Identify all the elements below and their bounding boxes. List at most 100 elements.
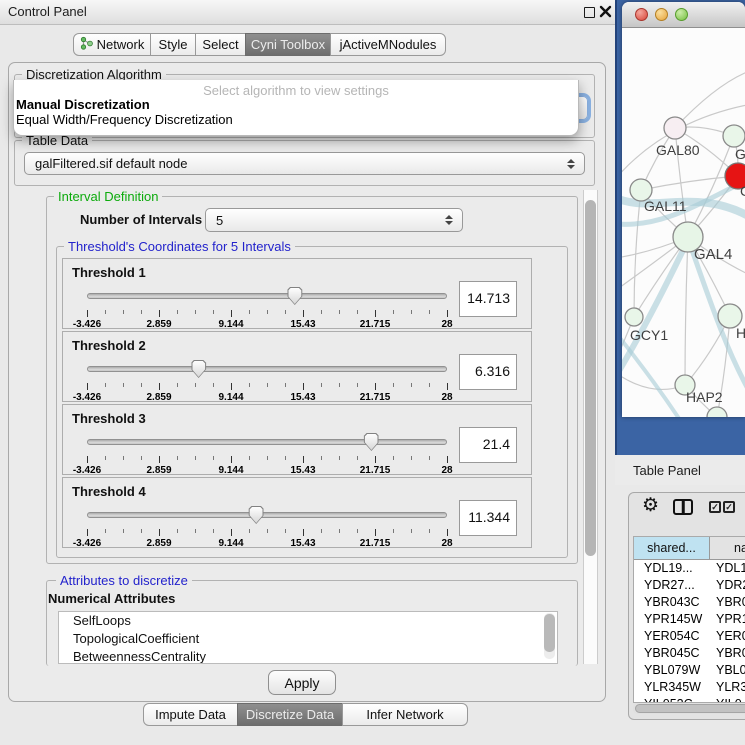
- network-node[interactable]: [625, 308, 643, 326]
- number-of-intervals-combobox[interactable]: 5: [205, 208, 463, 232]
- slider-tick: [249, 529, 250, 533]
- table-row[interactable]: YER054CYER0: [634, 628, 745, 645]
- slider-track[interactable]: [87, 439, 447, 445]
- float-window-icon[interactable]: [584, 7, 595, 18]
- tab-style[interactable]: Style: [150, 33, 196, 56]
- tab-cyni-toolbox-label: Cyni Toolbox: [251, 37, 325, 52]
- network-node-label: HAP2: [686, 389, 723, 405]
- tab-cyni-toolbox[interactable]: Cyni Toolbox: [245, 33, 331, 56]
- threshold-value-box[interactable]: 21.4: [459, 427, 517, 463]
- table-row[interactable]: YBL079WYBL0: [634, 662, 745, 679]
- slider-tick: [429, 383, 430, 387]
- slider-tick: [123, 383, 124, 387]
- slider-tick-label: 2.859: [146, 465, 171, 476]
- screenshot-root: Control Panel Network Style Select Cyni …: [0, 0, 745, 745]
- column-header-shared-name[interactable]: shared...: [634, 537, 710, 560]
- close-icon[interactable]: [599, 5, 612, 18]
- slider-tick: [285, 310, 286, 314]
- threshold-label: Threshold 3: [72, 411, 146, 426]
- slider-tick-label: 28: [441, 319, 452, 330]
- slider-handle[interactable]: [191, 360, 206, 378]
- network-node-label: GAL80: [656, 142, 700, 158]
- thresholds-group-title: Threshold's Coordinates for 5 Intervals: [64, 239, 295, 254]
- apply-button[interactable]: Apply: [268, 670, 336, 695]
- network-node[interactable]: [723, 125, 745, 147]
- scrollbar-thumb[interactable]: [635, 704, 745, 713]
- threshold-value-box[interactable]: 14.713: [459, 281, 517, 317]
- slider-tick: [357, 456, 358, 460]
- numerical-attributes-list[interactable]: SelfLoopsTopologicalCoefficientBetweenne…: [58, 611, 558, 664]
- column-header-name[interactable]: na: [710, 537, 745, 560]
- table-row[interactable]: YLR345WYLR3: [634, 679, 745, 696]
- network-canvas[interactable]: GAL80GACGAL11GAL4GCY1HHAP2: [622, 28, 745, 417]
- table-row[interactable]: YBR043CYBR0: [634, 594, 745, 611]
- slider-track[interactable]: [87, 293, 447, 299]
- slider-tick: [249, 456, 250, 460]
- tab-jactivemnodules[interactable]: jActiveMNodules: [330, 33, 446, 56]
- scrollbar-thumb[interactable]: [544, 614, 555, 652]
- slider-tick-label: 2.859: [146, 538, 171, 549]
- threshold-slider[interactable]: -3.4262.8599.14415.4321.71528: [85, 432, 449, 474]
- table-data-combobox[interactable]: galFiltered.sif default node: [24, 152, 585, 175]
- tab-impute-data[interactable]: Impute Data: [143, 703, 238, 726]
- attribute-item[interactable]: SelfLoops: [59, 612, 557, 630]
- threshold-slider[interactable]: -3.4262.8599.14415.4321.71528: [85, 359, 449, 401]
- table-row[interactable]: YDR27...YDR2: [634, 577, 745, 594]
- threshold-label: Threshold 1: [72, 265, 146, 280]
- tab-network[interactable]: Network: [73, 33, 151, 56]
- checkbox-icon[interactable]: ✓: [723, 501, 735, 513]
- table-row[interactable]: YDL19...YDL1: [634, 560, 745, 577]
- network-node[interactable]: [664, 117, 686, 139]
- attributes-list-scrollbar[interactable]: [544, 613, 555, 659]
- tab-style-label: Style: [159, 37, 188, 52]
- slider-tick-label: -3.426: [73, 319, 101, 330]
- slider-handle[interactable]: [249, 506, 264, 524]
- split-columns-icon[interactable]: [673, 499, 693, 515]
- combo-stepper-icon: [445, 215, 453, 225]
- cell-name: YLR3: [710, 679, 745, 696]
- slider-tick-label: 15.43: [290, 465, 315, 476]
- slider-tick-label: 28: [441, 465, 452, 476]
- algorithm-dropdown-popup: Select algorithm to view settings Manual…: [13, 80, 579, 136]
- algorithm-option-manual[interactable]: Manual Discretization: [16, 97, 150, 112]
- control-panel-title: Control Panel: [8, 4, 87, 19]
- table-row[interactable]: YIL052CYIL0: [634, 696, 745, 703]
- threshold-value-box[interactable]: 11.344: [459, 500, 517, 536]
- tab-discretize-data[interactable]: Discretize Data: [237, 703, 343, 726]
- gear-icon[interactable]: ⚙: [642, 494, 659, 517]
- slider-track[interactable]: [87, 366, 447, 372]
- threshold-value-box[interactable]: 6.316: [459, 354, 517, 390]
- network-window-titlebar[interactable]: [622, 2, 745, 28]
- slider-track[interactable]: [87, 512, 447, 518]
- table-row[interactable]: YPR145WYPR1: [634, 611, 745, 628]
- close-traffic-light-icon[interactable]: [635, 8, 648, 21]
- slider-tick: [87, 456, 88, 463]
- scrollbar-thumb[interactable]: [585, 200, 596, 556]
- slider-tick: [141, 310, 142, 314]
- network-node[interactable]: [707, 407, 727, 417]
- slider-tick: [321, 310, 322, 314]
- panel-vertical-scrollbar[interactable]: [583, 190, 598, 664]
- cell-shared-name: YBR045C: [634, 645, 710, 662]
- tab-infer-network[interactable]: Infer Network: [342, 703, 468, 726]
- slider-tick: [411, 310, 412, 314]
- table-horizontal-scrollbar[interactable]: [633, 703, 745, 714]
- slider-tick: [159, 529, 160, 536]
- cell-shared-name: YLR345W: [634, 679, 710, 696]
- attribute-item[interactable]: BetweennessCentrality: [59, 648, 557, 664]
- slider-handle[interactable]: [364, 433, 379, 451]
- slider-tick: [213, 310, 214, 314]
- slider-tick: [105, 456, 106, 460]
- cell-name: YDL1: [710, 560, 745, 577]
- attribute-item[interactable]: TopologicalCoefficient: [59, 630, 557, 648]
- slider-handle[interactable]: [287, 287, 302, 305]
- minimize-traffic-light-icon[interactable]: [655, 8, 668, 21]
- checkbox-icon[interactable]: ✓: [709, 501, 721, 513]
- network-node-label: C: [740, 183, 745, 199]
- algorithm-option-equal-width[interactable]: Equal Width/Frequency Discretization: [16, 112, 233, 127]
- threshold-slider[interactable]: -3.4262.8599.14415.4321.71528: [85, 505, 449, 547]
- zoom-traffic-light-icon[interactable]: [675, 8, 688, 21]
- threshold-slider[interactable]: -3.4262.8599.14415.4321.71528: [85, 286, 449, 328]
- tab-select[interactable]: Select: [195, 33, 246, 56]
- table-row[interactable]: YBR045CYBR0: [634, 645, 745, 662]
